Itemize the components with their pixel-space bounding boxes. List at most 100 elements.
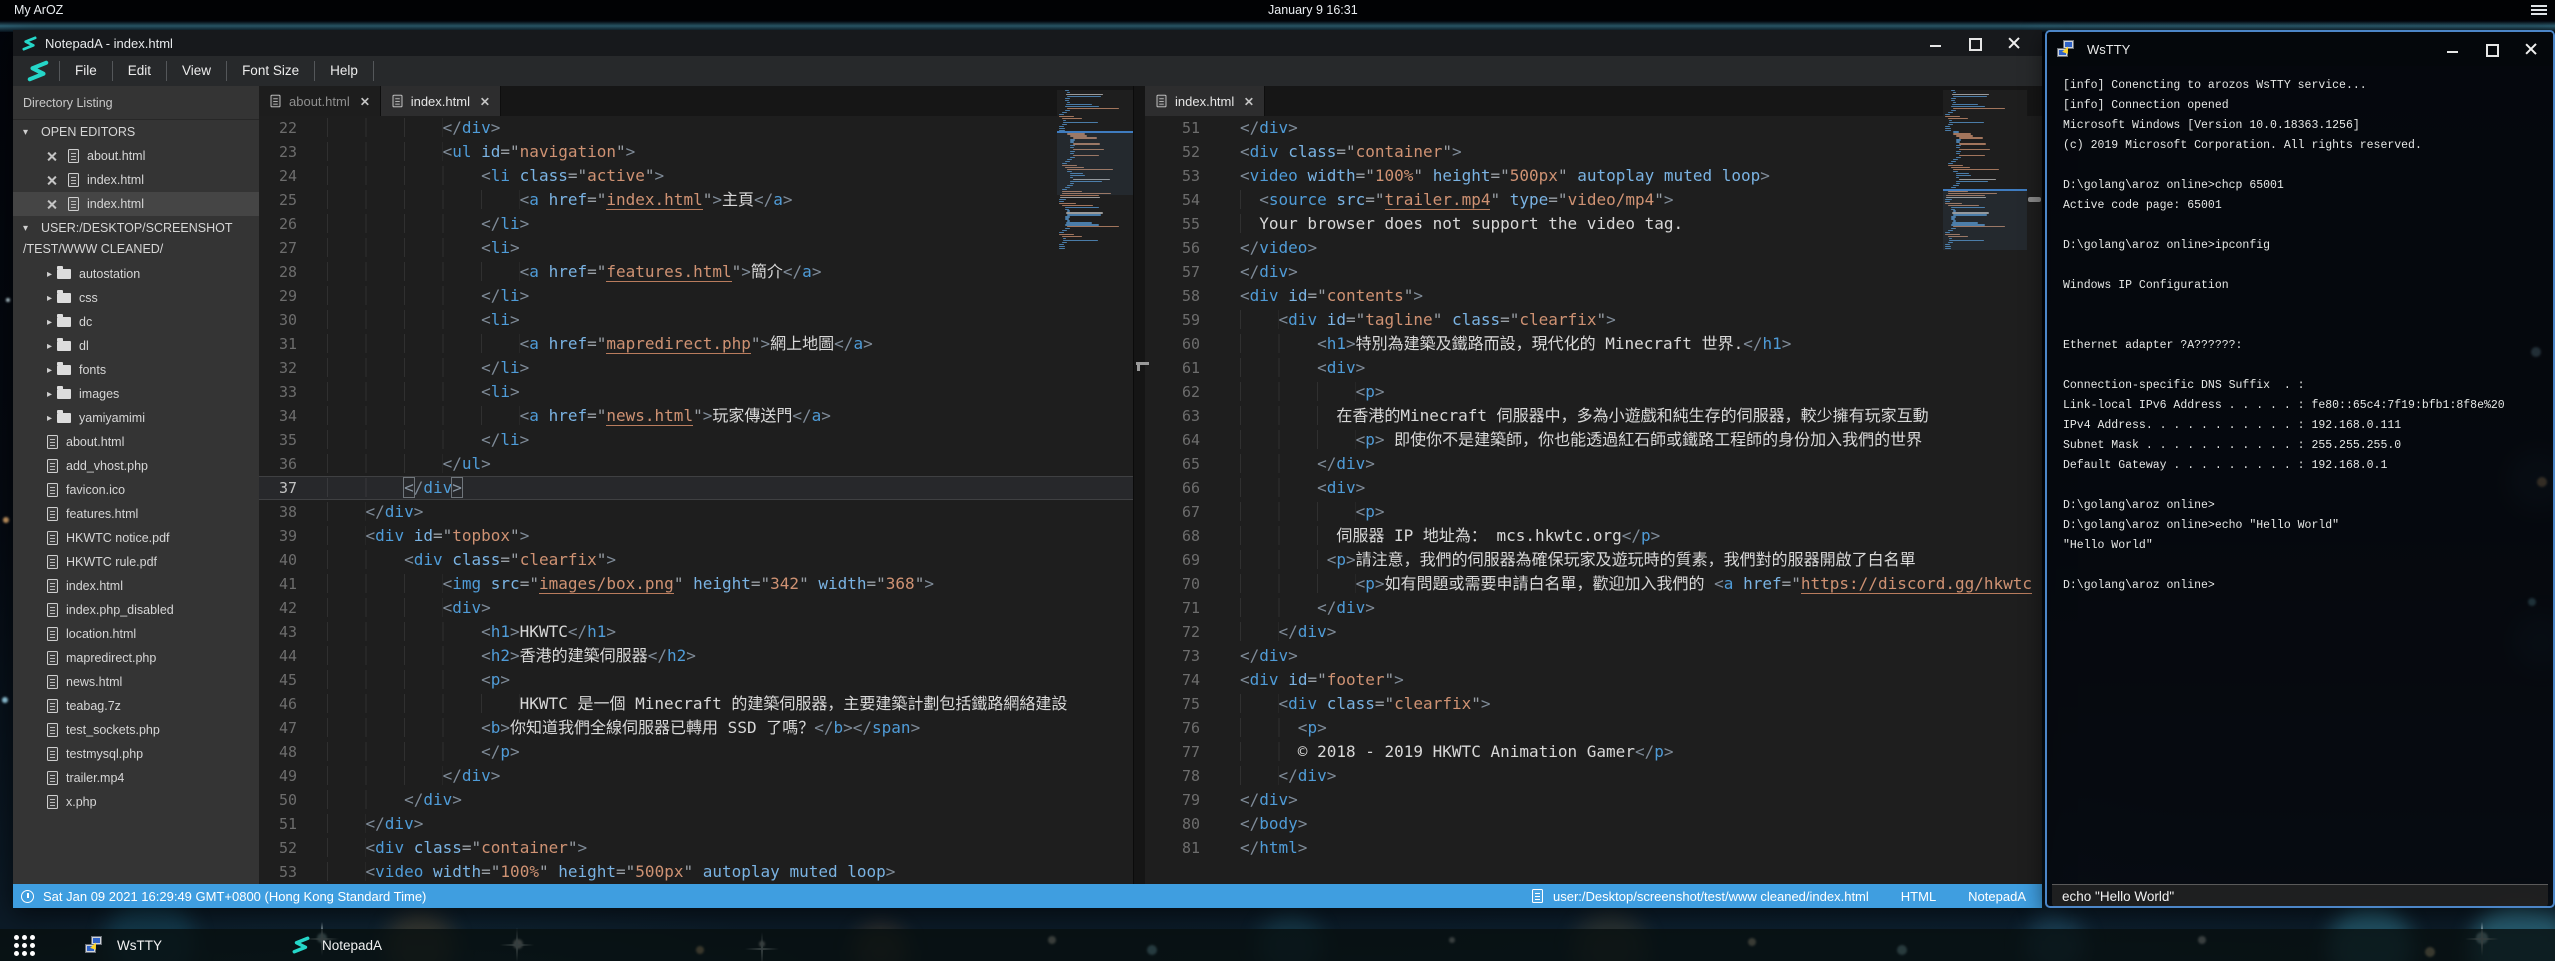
code-line-26[interactable]: 26 </li> [259,212,1133,236]
sidebar-folder-yamiyamimi[interactable]: ▸yamiyamimi [13,406,259,430]
code-line-60[interactable]: 60 <h1>特別為建築及鐵路而設，現代化的 Minecraft 世界.</h1… [1145,332,2042,356]
code-line-62[interactable]: 62 <p> [1145,380,2042,404]
code-line-23[interactable]: 23 <ul id="navigation"> [259,140,1133,164]
code-line-74[interactable]: 74<div id="footer"> [1145,668,2042,692]
code-line-59[interactable]: 59 <div id="tagline" class="clearfix"> [1145,308,2042,332]
sidebar-file-testmysql-php[interactable]: testmysql.php [13,742,259,766]
code-line-73[interactable]: 73</div> [1145,644,2042,668]
terminal-output[interactable]: [info] Conencting to arozos WsTTY servic… [2047,66,2553,884]
code-line-45[interactable]: 45 <p> [259,668,1133,692]
code-line-28[interactable]: 28 <a href="features.html">簡介</a> [259,260,1133,284]
code-line-56[interactable]: 56</video> [1145,236,2042,260]
terminal-input[interactable]: echo "Hello World" [2052,884,2548,908]
code-area-left[interactable]: 22 </div>23 <ul id="navigation">24 <li c… [259,116,1133,884]
close-icon[interactable] [47,176,56,185]
menu-file[interactable]: File [59,61,113,81]
code-line-35[interactable]: 35 </li> [259,428,1133,452]
code-line-46[interactable]: 46 HKWTC 是一個 Minecraft 的建築伺服器，主要建築計劃包括鐵路… [259,692,1133,716]
code-line-32[interactable]: 32 </li> [259,356,1133,380]
sidebar-file-news-html[interactable]: news.html [13,670,259,694]
code-line-25[interactable]: 25 <a href="index.html">主頁</a> [259,188,1133,212]
sidebar-file-teabag-7z[interactable]: teabag.7z [13,694,259,718]
minimap-right[interactable] [1943,90,2027,250]
statusbar-language[interactable]: HTML [1901,889,1936,904]
sidebar-file-location-html[interactable]: location.html [13,622,259,646]
sidebar-file-features-html[interactable]: features.html [13,502,259,526]
code-line-75[interactable]: 75 <div class="clearfix"> [1145,692,2042,716]
code-line-63[interactable]: 63 在香港的Minecraft 伺服器中，多為小遊戲和純生存的伺服器，較少擁有… [1145,404,2042,428]
sidebar-file-HKWTC-notice-pdf[interactable]: HKWTC notice.pdf [13,526,259,550]
code-line-34[interactable]: 34 <a href="news.html">玩家傳送門</a> [259,404,1133,428]
menu-help[interactable]: Help [315,61,374,81]
sidebar-file-trailer-mp4[interactable]: trailer.mp4 [13,766,259,790]
wstty-titlebar[interactable]: WsTTY [2047,32,2553,66]
tab-about.html[interactable]: about.html [259,86,381,116]
taskbar-item-notepada[interactable]: NotepadA [292,936,382,954]
maximize-icon[interactable] [2485,42,2498,55]
code-line-69[interactable]: 69 <p>請注意，我們的伺服器為確保玩家及遊玩時的質素，我們對的服器開啟了白名… [1145,548,2042,572]
code-line-41[interactable]: 41 <img src="images/box.png" height="342… [259,572,1133,596]
sidebar-file-x-php[interactable]: x.php [13,790,259,814]
tab-index.html[interactable]: index.html [381,86,501,116]
code-line-55[interactable]: 55 Your browser does not support the vid… [1145,212,2042,236]
sidebar-file-about-html[interactable]: about.html [13,430,259,454]
code-line-43[interactable]: 43 <h1>HKWTC</h1> [259,620,1133,644]
minimap-viewport[interactable] [1057,131,1133,194]
code-line-61[interactable]: 61 <div> [1145,356,2042,380]
close-icon[interactable] [47,200,56,209]
sidebar-folder-dc[interactable]: ▸dc [13,310,259,334]
sidebar-file-test-sockets-php[interactable]: test_sockets.php [13,718,259,742]
code-line-58[interactable]: 58<div id="contents"> [1145,284,2042,308]
open-editor-item[interactable]: index.html [13,168,259,192]
sidebar-folder-autostation[interactable]: ▸autostation [13,262,259,286]
code-line-71[interactable]: 71 </div> [1145,596,2042,620]
code-line-31[interactable]: 31 <a href="mapredirect.php">網上地圖</a> [259,332,1133,356]
editor-pane-right[interactable]: index.html 51</div>52<div class="contain… [1145,86,2042,884]
code-line-30[interactable]: 30 <li> [259,308,1133,332]
close-icon[interactable] [481,97,489,105]
sidebar-file-favicon-ico[interactable]: favicon.ico [13,478,259,502]
code-line-79[interactable]: 79</div> [1145,788,2042,812]
minimap-left[interactable] [1057,90,1133,250]
code-line-53[interactable]: 53<video width="100%" height="500px" aut… [1145,164,2042,188]
sidebar-file-HKWTC-rule-pdf[interactable]: HKWTC rule.pdf [13,550,259,574]
code-line-44[interactable]: 44 <h2>香港的建築伺服器</h2> [259,644,1133,668]
code-line-77[interactable]: 77 © 2018 - 2019 HKWTC Animation Gamer</… [1145,740,2042,764]
code-line-29[interactable]: 29 </li> [259,284,1133,308]
code-line-50[interactable]: 50 </div> [259,788,1133,812]
close-icon[interactable] [47,152,56,161]
hamburger-icon[interactable] [2531,5,2547,16]
sidebar-root-directory[interactable]: ▾USER:/DESKTOP/SCREENSHOT [13,216,259,240]
close-icon[interactable] [2524,42,2537,55]
minimize-icon[interactable] [1929,36,1942,49]
taskbar-item-wstty[interactable]: WsTTY [75,936,162,954]
code-line-52[interactable]: 52 <div class="container"> [259,836,1133,860]
sidebar-section-open-editors[interactable]: ▾OPEN EDITORS [13,120,259,144]
sidebar-folder-dl[interactable]: ▸dl [13,334,259,358]
code-line-36[interactable]: 36 </ul> [259,452,1133,476]
code-line-57[interactable]: 57</div> [1145,260,2042,284]
code-line-24[interactable]: 24 <li class="active"> [259,164,1133,188]
close-icon[interactable] [360,97,368,105]
code-line-78[interactable]: 78 </div> [1145,764,2042,788]
maximize-icon[interactable] [1968,36,1981,49]
code-line-64[interactable]: 64 <p> 即使你不是建築師，你也能透過紅石師或鐵路工程師的身份加入我們的世界 [1145,428,2042,452]
open-editor-item[interactable]: index.html [13,192,259,216]
code-line-80[interactable]: 80</body> [1145,812,2042,836]
tab-index.html[interactable]: index.html [1145,86,1265,116]
close-icon[interactable] [1245,97,1253,105]
code-line-52[interactable]: 52<div class="container"> [1145,140,2042,164]
minimap-viewport[interactable] [1943,189,2027,250]
code-line-27[interactable]: 27 <li> [259,236,1133,260]
app-grid-icon[interactable] [14,935,35,956]
sidebar-file-add-vhost-php[interactable]: add_vhost.php [13,454,259,478]
code-line-76[interactable]: 76 <p> [1145,716,2042,740]
code-line-39[interactable]: 39 <div id="topbox"> [259,524,1133,548]
code-line-51[interactable]: 51</div> [1145,116,2042,140]
code-line-67[interactable]: 67 <p> [1145,500,2042,524]
sidebar-folder-images[interactable]: ▸images [13,382,259,406]
code-line-51[interactable]: 51 </div> [259,812,1133,836]
code-line-37[interactable]: 37 </div> [259,476,1133,500]
menu-edit[interactable]: Edit [113,61,167,81]
sidebar-folder-css[interactable]: ▸css [13,286,259,310]
